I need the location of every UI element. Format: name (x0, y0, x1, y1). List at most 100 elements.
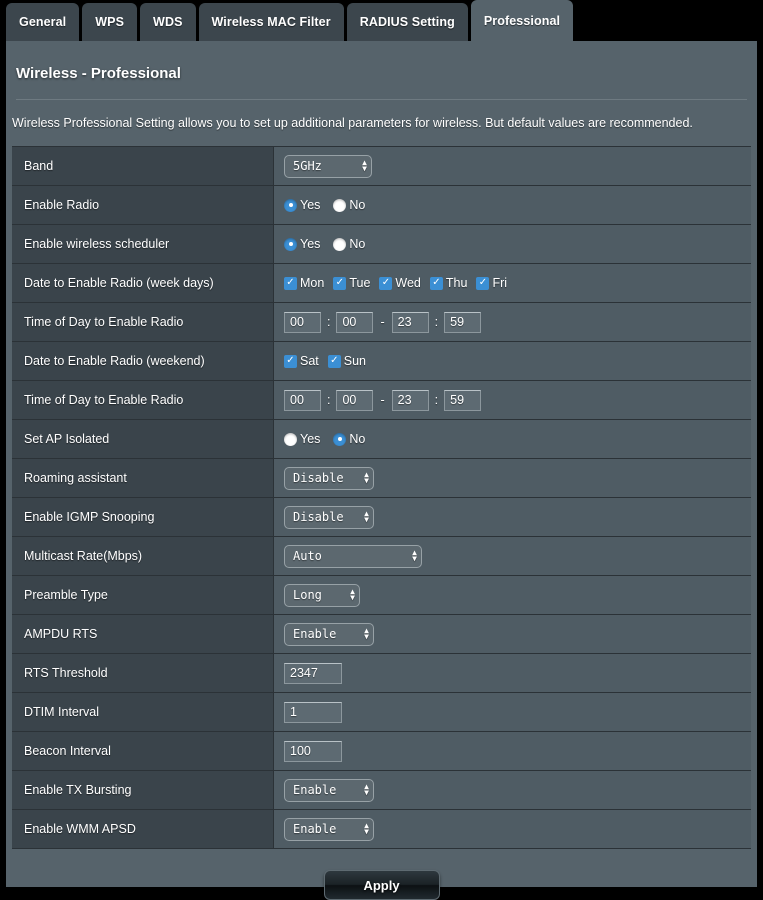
set-ap-isolated-group: Yes No (284, 432, 372, 446)
checkbox-checked-icon[interactable]: ✓ (429, 276, 443, 290)
tx-bursting-select[interactable]: Enable ▲ ▼ (284, 778, 374, 802)
chevron-updown-icon: ▲ ▼ (350, 587, 355, 602)
tab-wds[interactable]: WDS (140, 3, 196, 41)
apply-button[interactable]: Apply (323, 870, 440, 900)
value-set-ap-isolated: Yes No (274, 420, 751, 458)
ap-isolated-no[interactable]: No (333, 432, 365, 446)
page-description: Wireless Professional Setting allows you… (12, 116, 693, 130)
tab-professional[interactable]: Professional (470, 0, 574, 41)
row-band: Band 5GHz ▲ ▼ (12, 147, 751, 186)
checkbox-checked-icon[interactable]: ✓ (284, 276, 297, 290)
label-multicast-rate: Multicast Rate(Mbps) (12, 537, 274, 575)
checkbox-checked-icon[interactable]: ✓ (476, 276, 490, 290)
time-colon: : (327, 315, 331, 329)
enable-radio-yes[interactable]: Yes (284, 198, 320, 212)
value-igmp-snooping: Disable ▲ ▼ (274, 498, 751, 536)
igmp-snooping-value: Disable (293, 510, 344, 524)
weekend-end-minute-input[interactable]: 59 (444, 389, 482, 411)
beacon-interval-input[interactable]: 100 (284, 740, 342, 762)
label-preamble-type: Preamble Type (12, 576, 274, 614)
multicast-rate-select[interactable]: Auto ▲ ▼ (284, 544, 422, 568)
weekday-end-hour-input[interactable]: 23 (391, 311, 429, 333)
multicast-rate-value: Auto (293, 549, 322, 563)
checkbox-wed[interactable]: ✓ Wed (379, 276, 421, 290)
checkbox-fri[interactable]: ✓ Fri (476, 276, 507, 290)
ap-isolated-yes[interactable]: Yes (284, 432, 320, 446)
row-beacon-interval: Beacon Interval 100 (12, 732, 751, 771)
chevron-updown-icon: ▲ ▼ (364, 782, 369, 797)
label-enable-radio: Enable Radio (12, 186, 274, 224)
weekend-start-hour-input[interactable]: 00 (284, 389, 321, 411)
checkbox-thu[interactable]: ✓ Thu (429, 276, 467, 290)
value-rts-threshold: 2347 (274, 654, 751, 692)
checkbox-checked-icon[interactable]: ✓ (284, 354, 297, 368)
weekday-start-minute-input[interactable]: 00 (336, 311, 374, 333)
value-band: 5GHz ▲ ▼ (274, 147, 751, 185)
label-date-weekdays: Date to Enable Radio (week days) (12, 264, 274, 302)
radio-selected-icon[interactable] (284, 198, 297, 212)
checkbox-checked-icon[interactable]: ✓ (327, 354, 341, 368)
value-time-weekdays: 00 : 00 - 23 : 59 (274, 303, 751, 341)
value-date-weekend: ✓ Sat ✓ Sun (274, 342, 751, 380)
row-ampdu-rts: AMPDU RTS Enable ▲ ▼ (12, 615, 751, 654)
label-set-ap-isolated: Set AP Isolated (12, 420, 274, 458)
settings-table: Band 5GHz ▲ ▼ Enable Radio Yes No Enable… (12, 146, 751, 849)
igmp-snooping-select[interactable]: Disable ▲ ▼ (284, 505, 374, 529)
radio-unselected-icon[interactable] (284, 432, 297, 446)
weekday-start-hour-input[interactable]: 00 (284, 311, 321, 333)
value-preamble-type: Long ▲ ▼ (274, 576, 751, 614)
row-igmp-snooping: Enable IGMP Snooping Disable ▲ ▼ (12, 498, 751, 537)
checkbox-tue[interactable]: ✓ Tue (333, 276, 370, 290)
value-ampdu-rts: Enable ▲ ▼ (274, 615, 751, 653)
label-igmp-snooping: Enable IGMP Snooping (12, 498, 274, 536)
time-colon: : (327, 393, 331, 407)
tab-general[interactable]: General (6, 3, 80, 41)
label-dtim-interval: DTIM Interval (12, 693, 274, 731)
row-roaming-assistant: Roaming assistant Disable ▲ ▼ (12, 459, 751, 498)
row-preamble-type: Preamble Type Long ▲ ▼ (12, 576, 751, 615)
checkbox-sat[interactable]: ✓ Sat (284, 354, 319, 368)
radio-selected-icon[interactable] (333, 432, 347, 446)
wmm-apsd-select[interactable]: Enable ▲ ▼ (284, 817, 374, 841)
checkbox-checked-icon[interactable]: ✓ (379, 276, 393, 290)
value-dtim-interval: 1 (274, 693, 751, 731)
row-date-weekend: Date to Enable Radio (weekend) ✓ Sat ✓ S… (12, 342, 751, 381)
weekday-end-minute-input[interactable]: 59 (444, 311, 482, 333)
weekend-time-range: 00 : 00 - 23 : 59 (284, 389, 482, 411)
ampdu-rts-select[interactable]: Enable ▲ ▼ (284, 622, 374, 646)
rts-threshold-input[interactable]: 2347 (284, 662, 342, 684)
row-date-weekdays: Date to Enable Radio (week days) ✓ Mon ✓… (12, 264, 751, 303)
weekend-end-hour-input[interactable]: 23 (391, 389, 429, 411)
scheduler-yes[interactable]: Yes (284, 237, 320, 251)
checkbox-mon[interactable]: ✓ Mon (284, 276, 324, 290)
value-multicast-rate: Auto ▲ ▼ (274, 537, 751, 575)
weekend-start-minute-input[interactable]: 00 (336, 389, 374, 411)
roaming-assistant-value: Disable (293, 471, 344, 485)
label-date-weekend: Date to Enable Radio (weekend) (12, 342, 274, 380)
band-select[interactable]: 5GHz ▲ ▼ (284, 154, 372, 178)
value-time-weekend: 00 : 00 - 23 : 59 (274, 381, 751, 419)
weekend-checkbox-group: ✓ Sat ✓ Sun (284, 354, 375, 368)
checkbox-checked-icon[interactable]: ✓ (333, 276, 347, 290)
label-ampdu-rts: AMPDU RTS (12, 615, 274, 653)
checkbox-sun[interactable]: ✓ Sun (327, 354, 366, 368)
radio-unselected-icon[interactable] (333, 237, 347, 251)
enable-radio-no[interactable]: No (333, 198, 365, 212)
value-wmm-apsd: Enable ▲ ▼ (274, 810, 751, 848)
scheduler-no[interactable]: No (333, 237, 365, 251)
tab-wps[interactable]: WPS (82, 3, 138, 41)
radio-selected-icon[interactable] (284, 237, 297, 251)
roaming-assistant-select[interactable]: Disable ▲ ▼ (284, 466, 374, 490)
tab-wireless-mac-filter[interactable]: Wireless MAC Filter (198, 3, 344, 41)
enable-radio-group: Yes No (284, 198, 372, 212)
value-tx-bursting: Enable ▲ ▼ (274, 771, 751, 809)
dtim-interval-input[interactable]: 1 (284, 701, 342, 723)
label-enable-wireless-scheduler: Enable wireless scheduler (12, 225, 274, 263)
row-dtim-interval: DTIM Interval 1 (12, 693, 751, 732)
radio-unselected-icon[interactable] (333, 198, 347, 212)
tab-label: General (19, 15, 67, 29)
row-time-weekend: Time of Day to Enable Radio 00 : 00 - 23… (12, 381, 751, 420)
preamble-type-select[interactable]: Long ▲ ▼ (284, 583, 360, 607)
tab-label: WPS (95, 15, 125, 29)
tab-radius-setting[interactable]: RADIUS Setting (346, 3, 468, 41)
